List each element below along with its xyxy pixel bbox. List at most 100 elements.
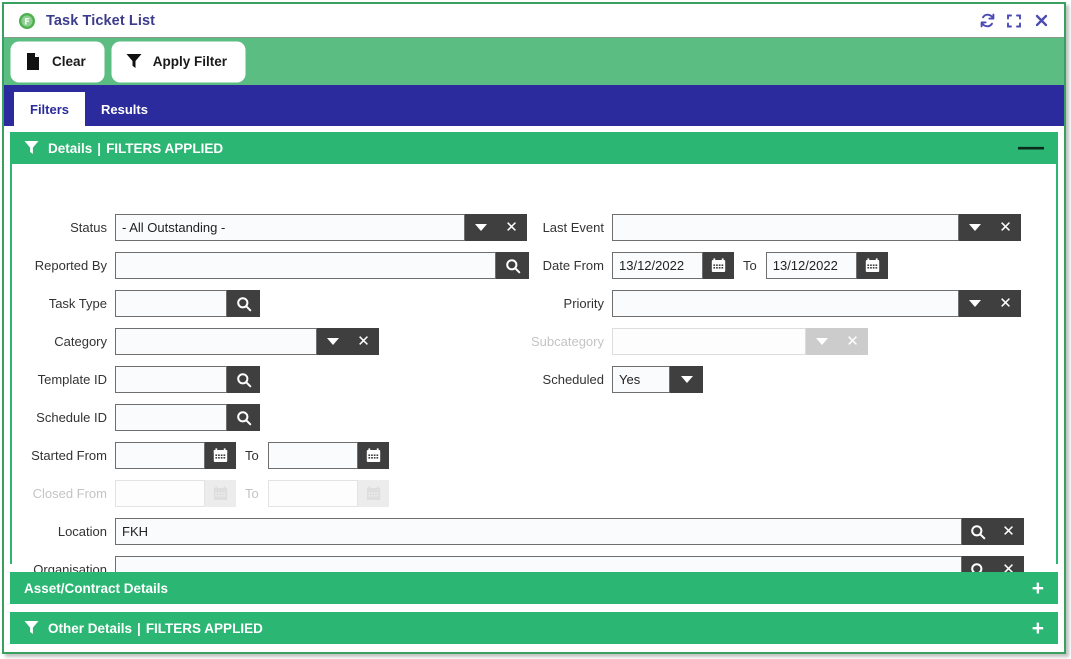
collapse-toggle-details[interactable]: — bbox=[1018, 133, 1044, 159]
section-status-other-details: FILTERS APPLIED bbox=[145, 620, 263, 636]
date-to-input[interactable]: 13/12/2022 bbox=[765, 252, 857, 279]
schedule-id-label: Schedule ID bbox=[36, 410, 107, 425]
window-title: Task Ticket List bbox=[46, 12, 156, 29]
section-header-details[interactable]: Details | FILTERS APPLIED — bbox=[10, 132, 1058, 164]
subcategory-clear-button: ✕ bbox=[837, 328, 868, 355]
closed-from-input bbox=[115, 480, 205, 507]
field-row-last-event: Last Event ✕ bbox=[512, 214, 1021, 241]
last-event-input[interactable] bbox=[612, 214, 959, 241]
template-id-input[interactable] bbox=[115, 366, 227, 393]
field-row-category: Category ✕ bbox=[12, 328, 379, 355]
date-to-label: To bbox=[743, 258, 757, 273]
category-input[interactable] bbox=[115, 328, 317, 355]
tab-results-label: Results bbox=[101, 101, 148, 117]
closed-to-input bbox=[267, 480, 358, 507]
priority-dropdown-button[interactable] bbox=[959, 290, 990, 317]
svg-text:F: F bbox=[24, 17, 30, 27]
reported-by-input[interactable] bbox=[115, 252, 496, 279]
template-id-search-button[interactable] bbox=[227, 366, 260, 393]
subcategory-input bbox=[612, 328, 806, 355]
date-to-field: 13/12/2022 bbox=[765, 252, 888, 279]
status-input[interactable]: - All Outstanding - bbox=[115, 214, 465, 241]
apply-filter-button[interactable]: Apply Filter bbox=[112, 42, 245, 81]
location-clear-button[interactable]: ✕ bbox=[993, 518, 1024, 545]
schedule-id-field bbox=[115, 404, 260, 431]
funnel-icon bbox=[24, 620, 39, 636]
reported-by-label: Reported By bbox=[34, 258, 107, 273]
field-row-started-from: Started From To bbox=[12, 442, 389, 469]
last-event-clear-button[interactable]: ✕ bbox=[990, 214, 1021, 241]
closed-from-field bbox=[115, 480, 236, 507]
scheduled-dropdown-button[interactable] bbox=[670, 366, 703, 393]
section-title-asset-contract: Asset/Contract Details bbox=[24, 580, 169, 596]
section-separator: | bbox=[97, 140, 102, 156]
field-row-priority: Priority ✕ bbox=[512, 290, 1021, 317]
started-from-field bbox=[115, 442, 236, 469]
location-search-button[interactable] bbox=[962, 518, 993, 545]
schedule-id-search-button[interactable] bbox=[227, 404, 260, 431]
refresh-icon[interactable] bbox=[978, 12, 996, 30]
tab-filters-label: Filters bbox=[30, 101, 70, 117]
priority-clear-button[interactable]: ✕ bbox=[990, 290, 1021, 317]
close-icon[interactable] bbox=[1032, 12, 1050, 30]
priority-label: Priority bbox=[563, 296, 604, 311]
last-event-dropdown-button[interactable] bbox=[959, 214, 990, 241]
filters-body: Details | FILTERS APPLIED — Status - All… bbox=[4, 126, 1064, 652]
title-bar: F Task Ticket List bbox=[4, 4, 1064, 38]
schedule-id-input[interactable] bbox=[115, 404, 227, 431]
task-type-input[interactable] bbox=[115, 290, 227, 317]
section-title-details: Details bbox=[48, 140, 93, 156]
subcategory-dropdown-button bbox=[806, 328, 837, 355]
category-label: Category bbox=[54, 334, 107, 349]
section-header-other-details[interactable]: Other Details | FILTERS APPLIED + bbox=[10, 612, 1058, 644]
started-to-field bbox=[267, 442, 389, 469]
last-event-label: Last Event bbox=[542, 220, 604, 235]
category-clear-button[interactable]: ✕ bbox=[348, 328, 379, 355]
date-from-input[interactable]: 13/12/2022 bbox=[612, 252, 703, 279]
location-input[interactable]: FKH bbox=[115, 518, 962, 545]
closed-from-calendar-button bbox=[205, 480, 236, 507]
started-to-label: To bbox=[245, 448, 259, 463]
priority-field: ✕ bbox=[612, 290, 1021, 317]
maximize-icon[interactable] bbox=[1005, 12, 1023, 30]
expand-toggle-other-details[interactable]: + bbox=[1032, 618, 1044, 639]
category-field: ✕ bbox=[115, 328, 379, 355]
section-header-asset-contract[interactable]: Asset/Contract Details + bbox=[10, 572, 1058, 604]
section-title-other-details: Other Details bbox=[48, 620, 133, 636]
started-to-calendar-button[interactable] bbox=[357, 442, 389, 469]
app-badge-icon: F bbox=[18, 12, 36, 30]
date-from-field: 13/12/2022 bbox=[612, 252, 734, 279]
scheduled-input[interactable]: Yes bbox=[612, 366, 670, 393]
apply-filter-button-label: Apply Filter bbox=[152, 54, 228, 69]
field-row-status: Status - All Outstanding - ✕ bbox=[12, 214, 527, 241]
document-icon bbox=[25, 53, 41, 71]
scheduled-label: Scheduled bbox=[542, 372, 604, 387]
tab-results[interactable]: Results bbox=[85, 92, 164, 126]
task-type-search-button[interactable] bbox=[227, 290, 260, 317]
reported-by-field bbox=[115, 252, 529, 279]
tab-filters[interactable]: Filters bbox=[14, 92, 86, 126]
field-row-reported-by: Reported By bbox=[12, 252, 529, 279]
action-toolbar: Clear Apply Filter bbox=[4, 38, 1064, 85]
section-status-details: FILTERS APPLIED bbox=[106, 140, 224, 156]
started-from-calendar-button[interactable] bbox=[205, 442, 236, 469]
date-to-calendar-button[interactable] bbox=[856, 252, 888, 279]
expand-toggle-asset-contract[interactable]: + bbox=[1032, 578, 1044, 599]
priority-input[interactable] bbox=[612, 290, 959, 317]
date-from-calendar-button[interactable] bbox=[703, 252, 734, 279]
section-separator: | bbox=[137, 620, 141, 636]
field-row-schedule-id: Schedule ID bbox=[12, 404, 260, 431]
field-row-subcategory: Subcategory ✕ bbox=[512, 328, 868, 355]
field-row-date-from: Date From 13/12/2022 To 13/12/2022 bbox=[512, 252, 888, 279]
closed-to-label: To bbox=[245, 486, 259, 501]
clear-button[interactable]: Clear bbox=[12, 42, 103, 81]
field-row-location: Location FKH ✕ bbox=[12, 518, 1024, 545]
started-from-input[interactable] bbox=[115, 442, 205, 469]
closed-to-calendar-button bbox=[357, 480, 389, 507]
closed-from-label: Closed From bbox=[32, 486, 107, 501]
status-dropdown-button[interactable] bbox=[465, 214, 496, 241]
field-row-template-id: Template ID bbox=[12, 366, 260, 393]
started-to-input[interactable] bbox=[267, 442, 358, 469]
category-dropdown-button[interactable] bbox=[317, 328, 348, 355]
